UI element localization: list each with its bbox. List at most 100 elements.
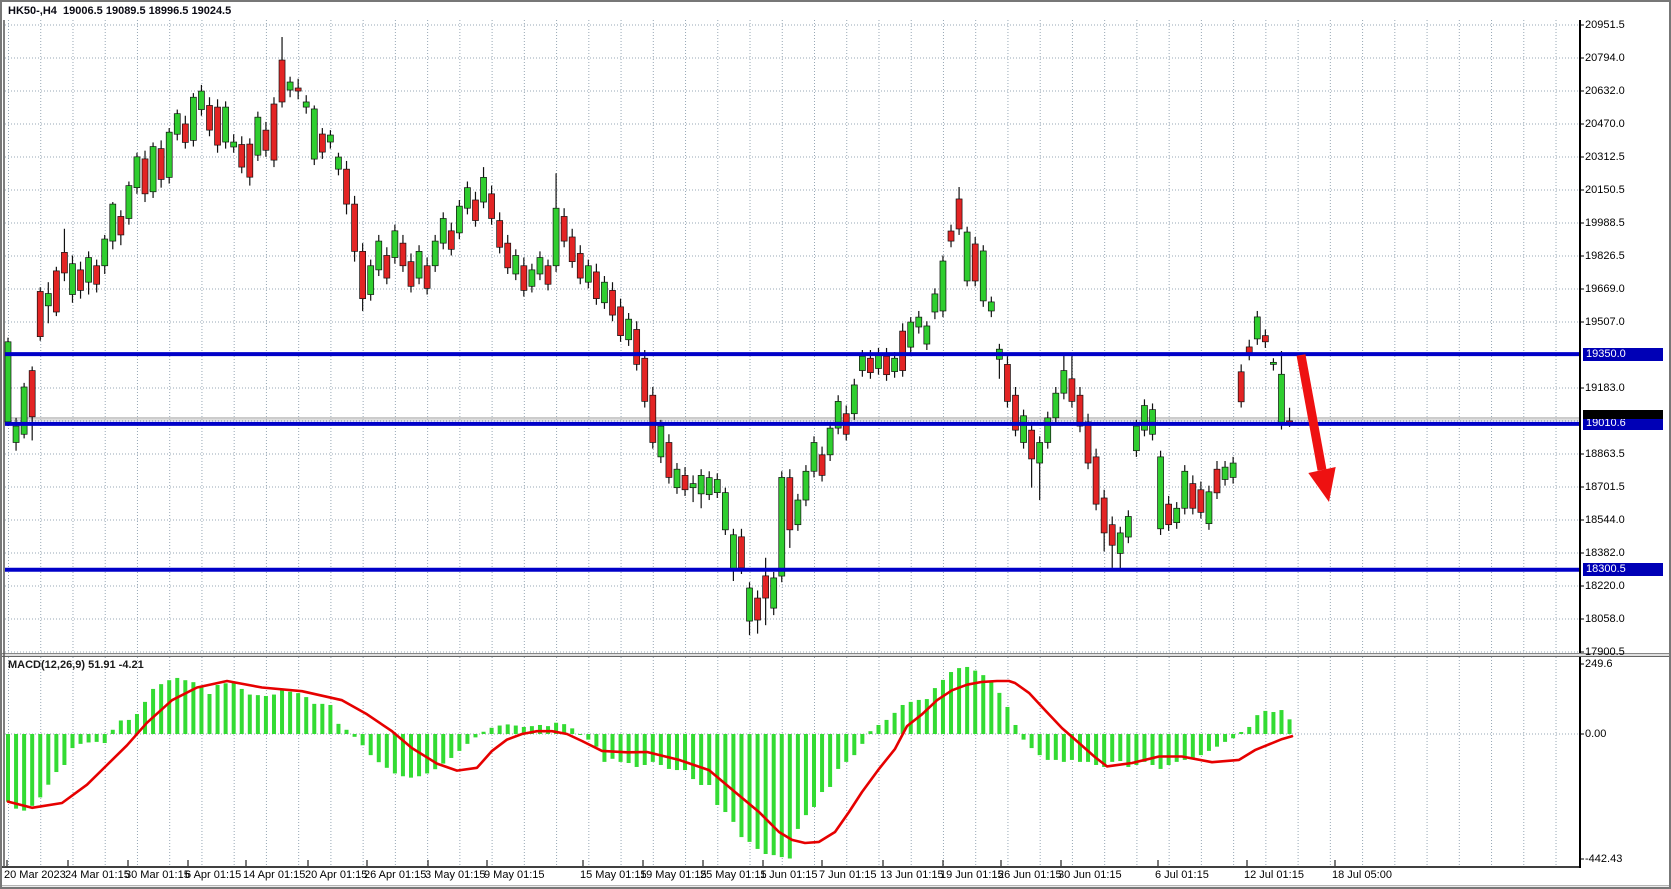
time-axis-label[interactable]: 7 Jun 01:15 [819, 869, 877, 881]
candle-bullish [223, 107, 229, 142]
price-axis-label[interactable]: 18220.0 [1585, 580, 1625, 592]
time-axis-label[interactable]: 26 Apr 01:15 [364, 869, 426, 881]
macd-histogram-bar [1279, 710, 1283, 734]
macd-histogram-bar [893, 713, 897, 734]
candle-bearish [1101, 498, 1107, 533]
price-axis-label[interactable]: 19988.5 [1585, 217, 1625, 229]
macd-histogram-bar [22, 734, 26, 811]
candle-bullish [513, 255, 519, 273]
macd-histogram-bar [619, 734, 623, 762]
time-axis-label[interactable]: 6 Jul 01:15 [1155, 869, 1209, 881]
candle-bullish [795, 500, 801, 525]
macd-histogram-bar [635, 734, 639, 767]
price-axis-label[interactable]: 18863.5 [1585, 448, 1625, 460]
price-axis-label[interactable]: 19826.5 [1585, 250, 1625, 262]
price-axis-label[interactable]: 20951.5 [1585, 19, 1625, 31]
price-axis-label[interactable]: 18544.0 [1585, 514, 1625, 526]
macd-axis-label[interactable]: 0.00 [1585, 728, 1606, 740]
time-axis-label[interactable]: 19 May 01:15 [640, 869, 707, 881]
price-axis-label[interactable]: 20794.0 [1585, 52, 1625, 64]
macd-histogram-bar [62, 734, 66, 765]
price-axis-label[interactable]: 20312.5 [1585, 151, 1625, 163]
time-axis-label[interactable]: 30 Jun 01:15 [1058, 869, 1122, 881]
down-arrow-head[interactable] [1308, 467, 1335, 502]
chart-canvas[interactable] [2, 2, 1671, 889]
price-axis-label[interactable]: 19507.0 [1585, 316, 1625, 328]
candle-bearish [408, 262, 414, 287]
candle-bullish [102, 239, 108, 266]
macd-histogram-bar [296, 693, 300, 734]
candle-bullish [553, 208, 559, 266]
candle-bearish [207, 105, 213, 130]
hline-price-badge: 19010.6 [1583, 417, 1663, 430]
price-axis-label[interactable]: 18058.0 [1585, 613, 1625, 625]
time-axis-label[interactable]: 25 May 01:15 [700, 869, 767, 881]
macd-axis-label[interactable]: 249.6 [1585, 658, 1613, 670]
macd-histogram-bar [409, 734, 413, 778]
macd-histogram-bar [320, 704, 324, 734]
down-arrow-shaft[interactable] [1301, 355, 1322, 470]
macd-histogram-bar [393, 734, 397, 773]
candle-bullish [456, 206, 462, 233]
macd-histogram-bar [240, 689, 244, 734]
macd-histogram-bar [997, 693, 1001, 734]
price-axis-label[interactable]: 18382.0 [1585, 547, 1625, 559]
candle-bullish [13, 426, 19, 442]
time-axis-label[interactable]: 19 Jun 01:15 [940, 869, 1004, 881]
price-axis-label[interactable]: 20150.5 [1585, 184, 1625, 196]
macd-histogram-bar [288, 692, 292, 734]
time-axis-label[interactable]: 14 Apr 01:15 [243, 869, 305, 881]
time-axis-label[interactable]: 6 Apr 01:15 [185, 869, 241, 881]
macd-histogram-bar [812, 734, 816, 807]
macd-histogram-bar [643, 734, 647, 765]
macd-histogram-bar [627, 734, 631, 763]
price-axis-label[interactable]: 20632.0 [1585, 85, 1625, 97]
macd-axis-label[interactable]: -442.43 [1585, 853, 1622, 865]
candle-bearish [61, 252, 67, 273]
candle-bullish [811, 442, 817, 471]
time-axis-label[interactable]: 20 Apr 01:15 [305, 869, 367, 881]
price-axis-label[interactable]: 17900.5 [1585, 646, 1625, 658]
price-axis-label[interactable]: 18701.5 [1585, 481, 1625, 493]
macd-histogram-bar [208, 694, 212, 734]
time-axis-label[interactable]: 15 May 01:15 [580, 869, 647, 881]
time-axis-label[interactable]: 12 Jul 01:15 [1244, 869, 1304, 881]
candle-bullish [1037, 442, 1043, 463]
macd-histogram-bar [183, 680, 187, 734]
macd-histogram-bar [87, 734, 91, 742]
price-axis-label[interactable]: 20470.0 [1585, 118, 1625, 130]
price-axis-label[interactable]: 19183.0 [1585, 382, 1625, 394]
candle-bearish [142, 159, 148, 194]
macd-histogram-bar [199, 687, 203, 734]
time-axis-label[interactable]: 1 Jun 01:15 [760, 869, 818, 881]
candle-bullish [626, 319, 632, 340]
hline-price-badge: 18300.5 [1583, 563, 1663, 576]
candle-bearish [884, 356, 890, 374]
time-axis-label[interactable]: 13 Jun 01:15 [880, 869, 944, 881]
macd-histogram-bar [836, 734, 840, 769]
macd-histogram-bar [79, 734, 83, 744]
candle-bearish [53, 271, 59, 312]
candle-bearish [900, 331, 906, 370]
candle-bullish [980, 251, 986, 301]
candle-bullish [150, 147, 156, 192]
candle-bearish [819, 455, 825, 476]
time-axis-label[interactable]: 26 Jun 01:15 [998, 869, 1062, 881]
candle-bearish [1085, 422, 1091, 463]
macd-histogram-bar [699, 734, 703, 785]
candle-bearish [400, 243, 406, 266]
macd-histogram-bar [1199, 734, 1203, 755]
time-axis-label[interactable]: 9 May 01:15 [484, 869, 545, 881]
macd-histogram-bar [578, 734, 582, 735]
macd-histogram-bar [772, 734, 776, 855]
candle-bearish [1166, 504, 1172, 525]
time-axis-label[interactable]: 24 Mar 01:15 [65, 869, 130, 881]
time-axis-label[interactable]: 18 Jul 05:00 [1332, 869, 1392, 881]
price-axis-label[interactable]: 19669.0 [1585, 283, 1625, 295]
macd-histogram-bar [46, 734, 50, 785]
candle-bullish [335, 157, 341, 169]
candle-bullish [481, 177, 487, 202]
time-axis-label[interactable]: 3 May 01:15 [425, 869, 486, 881]
time-axis-label[interactable]: 20 Mar 2023 [4, 869, 66, 881]
time-axis-label[interactable]: 30 Mar 01:15 [125, 869, 190, 881]
